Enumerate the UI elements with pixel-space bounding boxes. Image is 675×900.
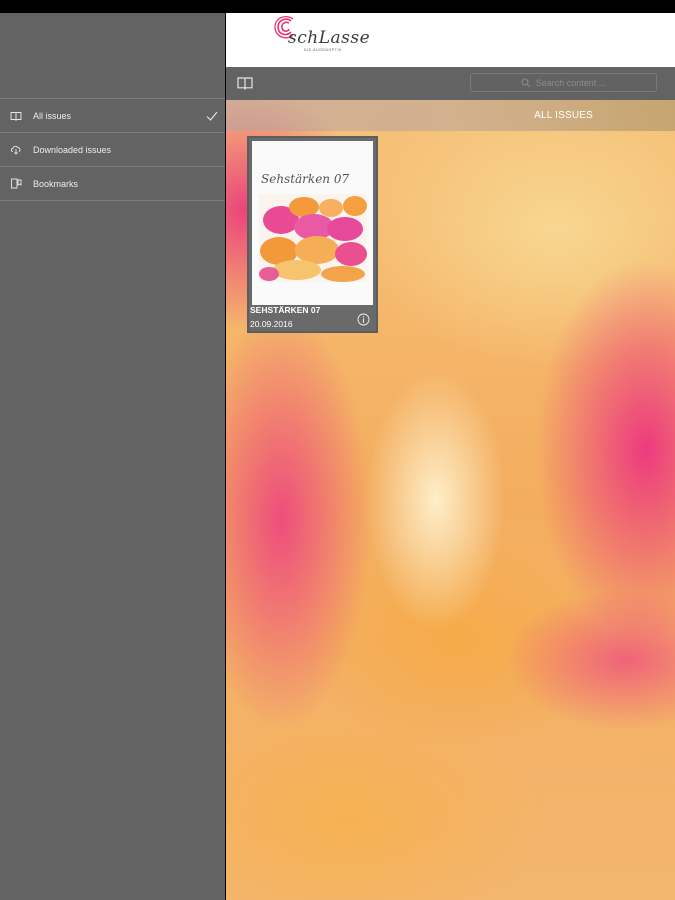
sidebar-item-label: Bookmarks (33, 178, 79, 189)
toolbar: Search content ... (226, 67, 675, 100)
search-icon (521, 78, 531, 87)
sidebar-item-bookmarks[interactable]: Bookmarks (0, 167, 225, 201)
issue-title: SEHSTÄRKEN 07 (250, 305, 321, 315)
main-panel: schLasse DIE AUGENOPTIK Search content .… (226, 13, 675, 900)
book-icon (9, 109, 23, 123)
logo-subtitle: DIE AUGENOPTIK (304, 48, 342, 52)
issue-cover[interactable]: Sehstärken 07 (252, 141, 373, 305)
app-header: schLasse DIE AUGENOPTIK (226, 13, 675, 67)
section-title: ALL ISSUES (534, 110, 593, 121)
sidebar: All issues Downloaded issues Bookmarks (0, 13, 225, 900)
cloud-download-icon (9, 143, 23, 157)
search-placeholder: Search content ... (535, 77, 607, 88)
brand-logo: schLasse DIE AUGENOPTIK (274, 15, 374, 63)
issue-date: 20.09.2016 (250, 319, 293, 329)
sidebar-item-label: Downloaded issues (33, 144, 112, 155)
cover-artwork (259, 194, 367, 282)
issue-info-button[interactable] (357, 313, 370, 326)
logo-text: schLasse (288, 28, 371, 48)
cover-title: Sehstärken 07 (261, 172, 350, 186)
info-icon (357, 313, 370, 326)
sidebar-item-downloaded-issues[interactable]: Downloaded issues (0, 133, 225, 167)
book-icon (237, 77, 253, 90)
checkmark-icon (205, 109, 219, 123)
bookmark-icon (9, 177, 23, 191)
sidebar-header (0, 13, 225, 99)
sidebar-item-all-issues[interactable]: All issues (0, 99, 225, 133)
section-banner: ALL ISSUES (226, 100, 675, 131)
toggle-sidebar-button[interactable] (236, 75, 254, 91)
search-input[interactable]: Search content ... (470, 73, 657, 92)
sidebar-item-label: All issues (33, 110, 72, 121)
status-bar (0, 0, 675, 13)
issues-content: ALL ISSUES Sehstärken 07 SEHSTÄRKEN 07 2… (226, 100, 675, 900)
issue-card[interactable]: Sehstärken 07 SEHSTÄRKEN 07 20.09.2016 (247, 136, 378, 333)
